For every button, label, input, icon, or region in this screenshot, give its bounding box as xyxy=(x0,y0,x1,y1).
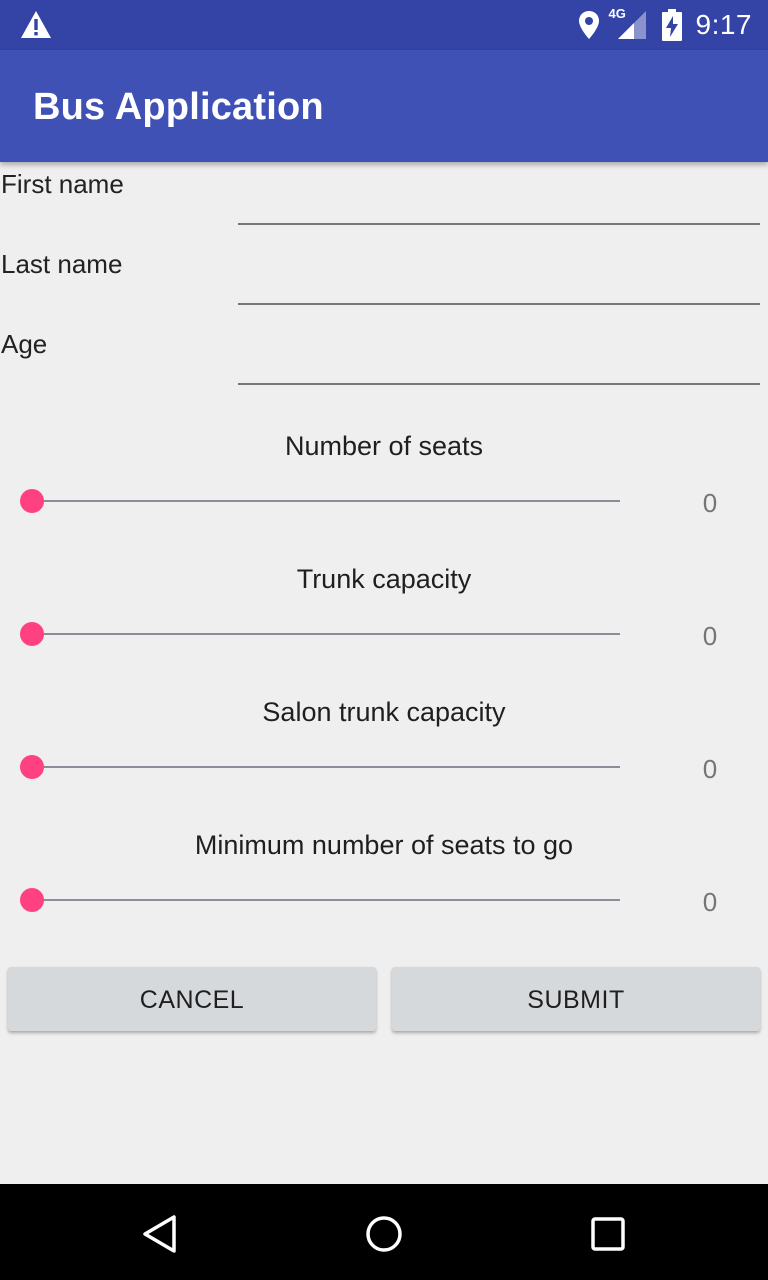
status-bar: 4G 9:17 xyxy=(0,0,768,50)
minimum-seats-thumb[interactable] xyxy=(20,888,44,912)
age-row: Age xyxy=(0,323,768,403)
home-icon[interactable] xyxy=(364,1214,404,1254)
status-time: 9:17 xyxy=(695,9,752,40)
salon-trunk-capacity-slider[interactable] xyxy=(20,755,620,779)
age-input[interactable] xyxy=(238,335,760,385)
number-of-seats-thumb[interactable] xyxy=(20,489,44,513)
battery-charging-icon xyxy=(661,9,682,41)
cancel-button[interactable]: CANCEL xyxy=(8,967,376,1031)
last-name-row: Last name xyxy=(0,243,768,323)
signal-icon: 4G xyxy=(608,6,648,41)
app-bar: Bus Application xyxy=(0,50,768,162)
last-name-input[interactable] xyxy=(238,255,760,305)
minimum-seats-slider[interactable] xyxy=(20,888,620,912)
salon-trunk-capacity-value: 0 xyxy=(702,754,718,784)
age-label: Age xyxy=(1,329,48,359)
last-name-label: Last name xyxy=(1,249,123,279)
first-name-input[interactable] xyxy=(238,175,760,225)
back-icon[interactable] xyxy=(140,1214,180,1254)
trunk-capacity-value: 0 xyxy=(702,621,718,651)
warning-icon xyxy=(21,11,51,38)
number-of-seats-label: Number of seats xyxy=(284,431,484,461)
status-icons: 4G 9:17 xyxy=(578,6,753,42)
network-type-label: 4G xyxy=(608,6,626,21)
submit-button[interactable]: SUBMIT xyxy=(392,967,760,1031)
app-title: Bus Application xyxy=(33,86,324,128)
salon-trunk-capacity-thumb[interactable] xyxy=(20,755,44,779)
location-icon xyxy=(578,11,599,39)
first-name-label: First name xyxy=(1,169,124,199)
salon-trunk-capacity-label: Salon trunk capacity xyxy=(262,697,506,727)
first-name-row: First name xyxy=(0,163,768,243)
recents-icon[interactable] xyxy=(588,1214,628,1254)
navigation-bar xyxy=(0,1184,768,1280)
minimum-seats-label: Minimum number of seats to go xyxy=(194,830,574,860)
trunk-capacity-thumb[interactable] xyxy=(20,622,44,646)
number-of-seats-slider[interactable] xyxy=(20,489,620,513)
trunk-capacity-label: Trunk capacity xyxy=(296,564,472,594)
trunk-capacity-slider[interactable] xyxy=(20,622,620,646)
number-of-seats-value: 0 xyxy=(702,488,718,518)
minimum-seats-value: 0 xyxy=(702,887,718,917)
